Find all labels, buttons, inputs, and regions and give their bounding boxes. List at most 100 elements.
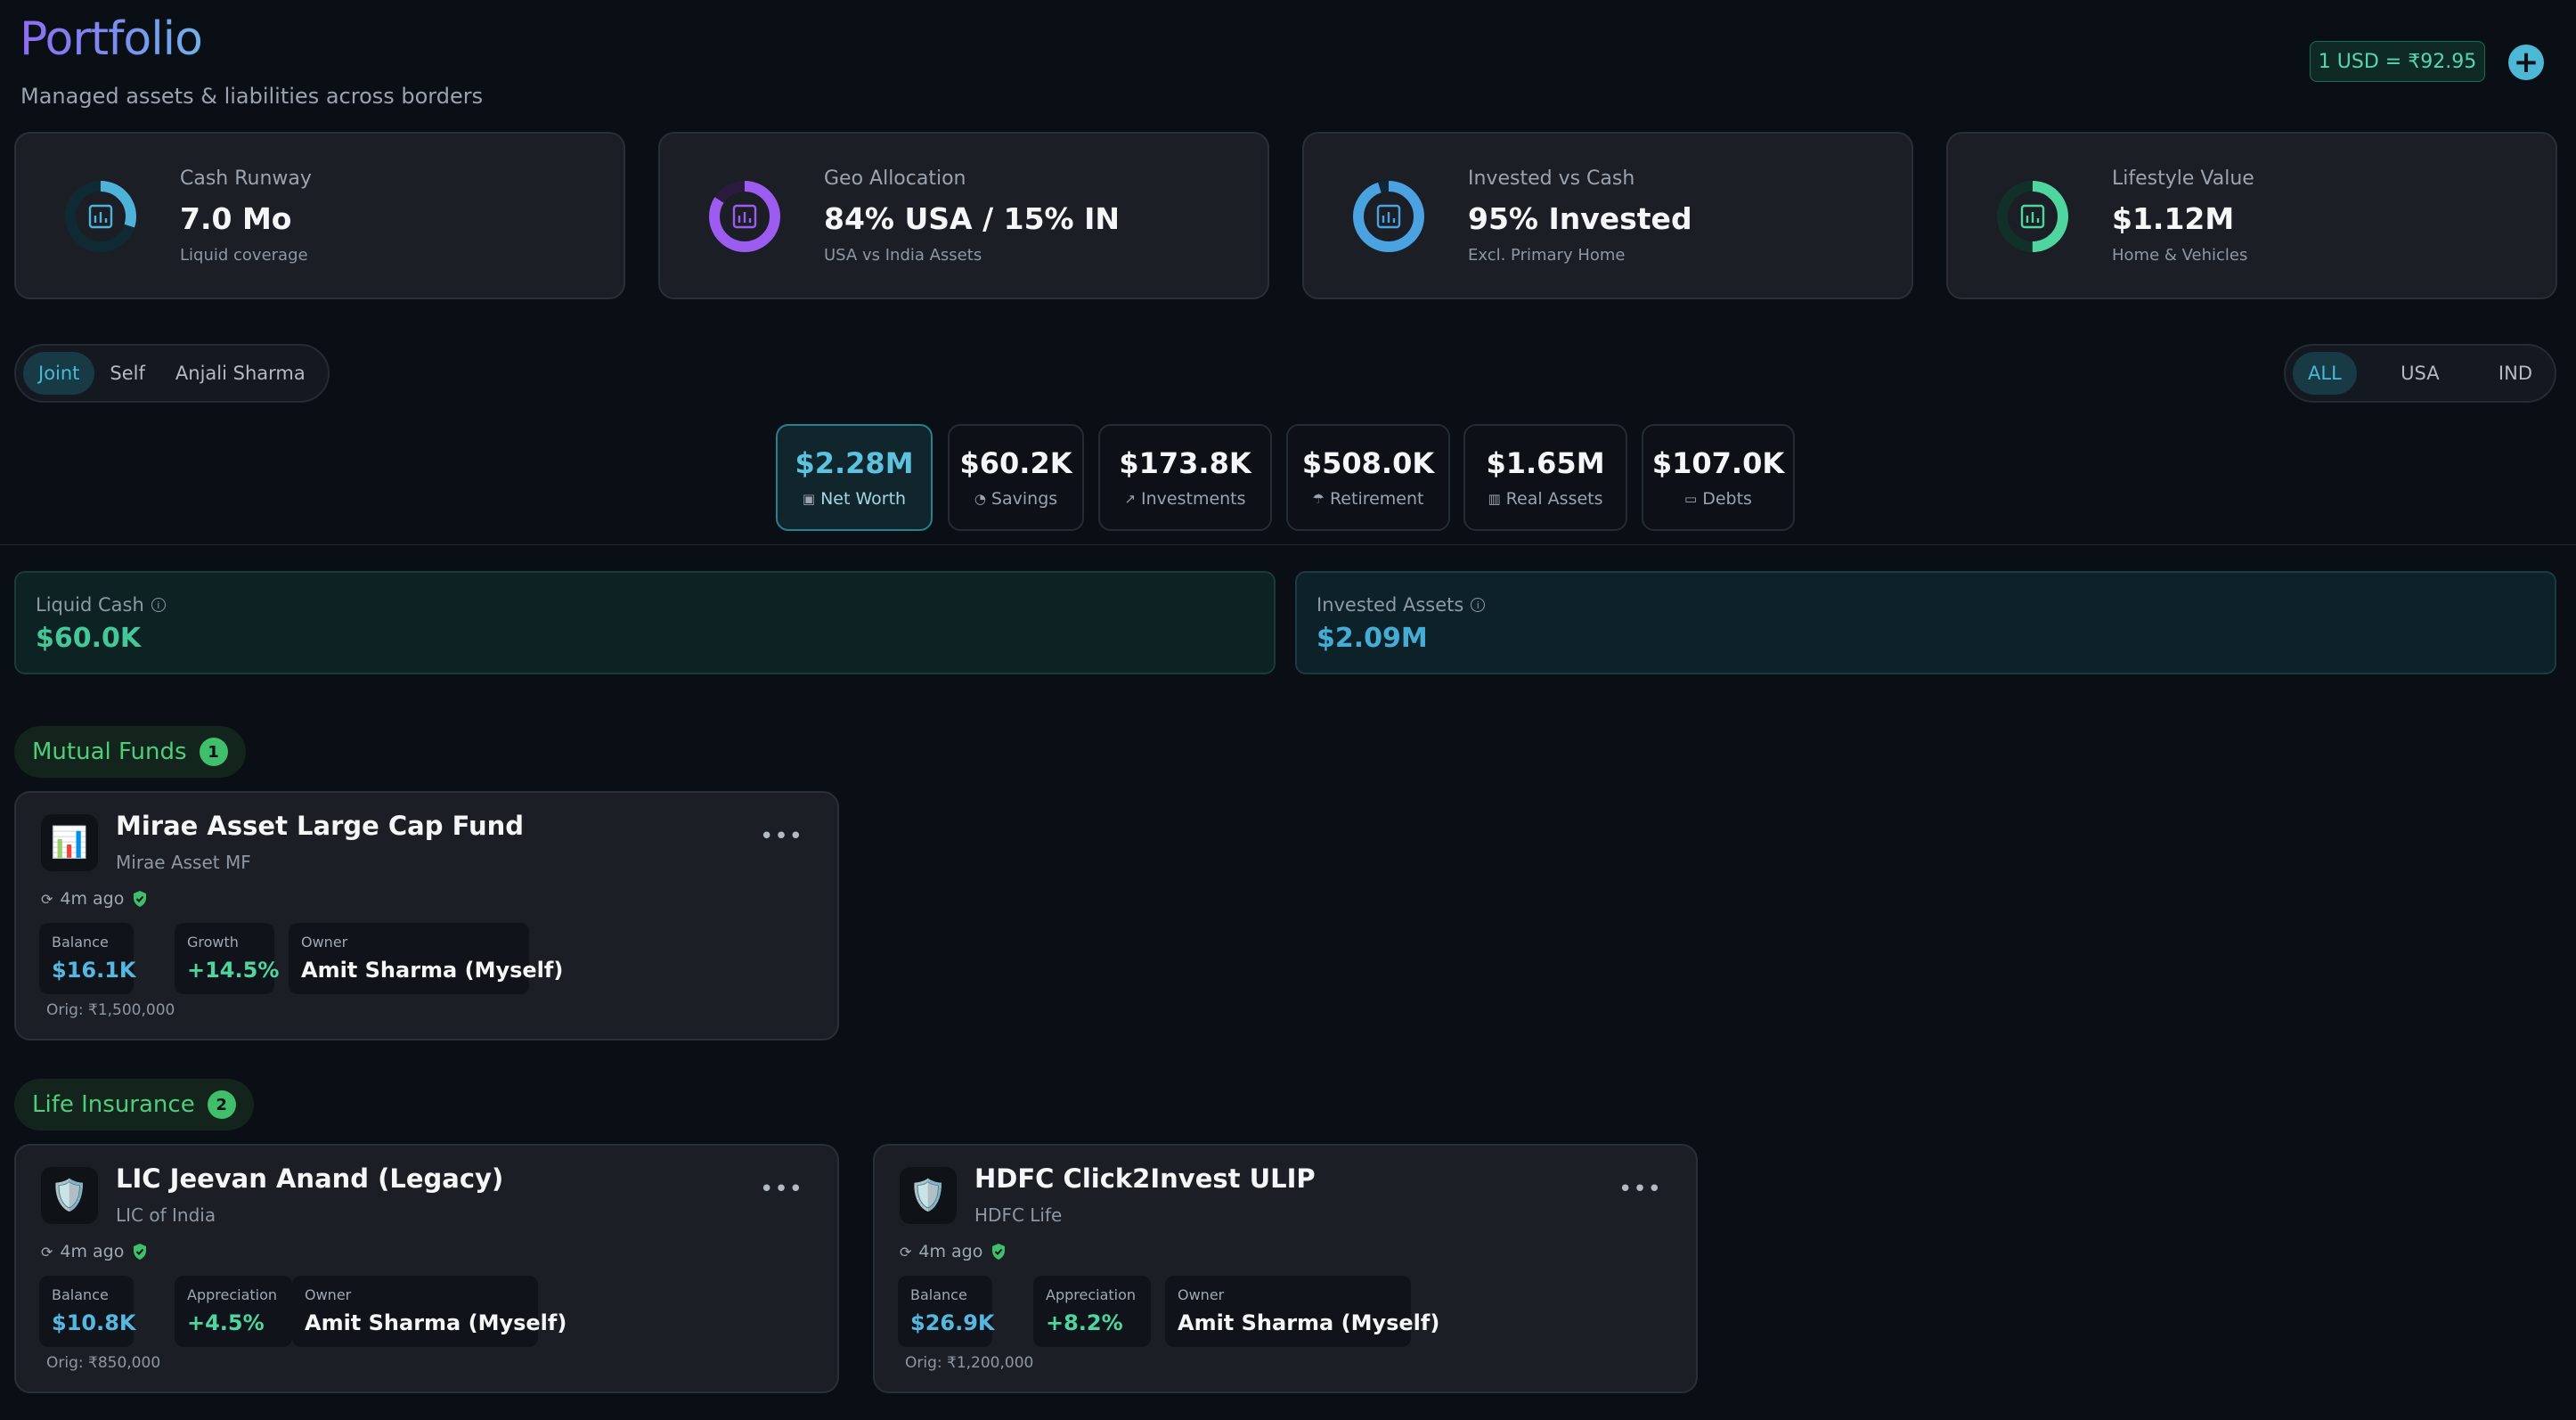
panel-value: $60.0K — [36, 623, 142, 654]
sync-time: 4m ago — [60, 889, 125, 909]
verified-shield-icon — [992, 1244, 1006, 1260]
tab-real-assets[interactable]: $1.65M ▥ Real Assets — [1463, 424, 1627, 531]
kpi-subtitle: USA vs India Assets — [824, 246, 982, 265]
umbrella-icon: ☂ — [1312, 491, 1325, 507]
donut-chart-icon — [1997, 181, 2068, 252]
stat-value: +14.5% — [187, 958, 280, 983]
stat-value: +4.5% — [187, 1310, 265, 1335]
add-button[interactable]: + — [2508, 45, 2544, 80]
info-icon[interactable]: i — [1471, 598, 1486, 612]
metric-value: $60.2K — [959, 446, 1072, 480]
sync-icon: ⟳ — [41, 1243, 53, 1261]
tab-savings[interactable]: $60.2K ◔ Savings — [948, 424, 1084, 531]
original-amount: Orig: ₹1,500,000 — [46, 1001, 175, 1019]
kpi-label: Lifestyle Value — [2112, 167, 2254, 190]
tab-retirement[interactable]: $508.0K ☂ Retirement — [1286, 424, 1450, 531]
stat-value: Amit Sharma (Myself) — [301, 958, 564, 983]
region-filter: ALL USA IND — [2284, 344, 2556, 403]
section-mutual-funds[interactable]: Mutual Funds 1 — [14, 726, 246, 778]
panel-label: Liquid Cash — [36, 594, 144, 616]
asset-provider: Mirae Asset MF — [116, 852, 251, 873]
asset-card-mirae-large-cap[interactable]: 📊 Mirae Asset Large Cap Fund Mirae Asset… — [14, 791, 839, 1041]
metric-label: Real Assets — [1505, 489, 1603, 509]
stat-appreciation: Appreciation +4.5% — [175, 1276, 292, 1347]
original-amount: Orig: ₹1,200,000 — [905, 1354, 1034, 1372]
sync-icon: ⟳ — [41, 890, 53, 908]
donut-chart-icon — [1353, 181, 1424, 252]
section-count-badge: 2 — [207, 1090, 236, 1119]
sync-time: 4m ago — [918, 1242, 983, 1261]
panel-label: Invested Assets — [1317, 594, 1464, 616]
owner-option-self[interactable]: Self — [94, 352, 159, 395]
asset-name: LIC Jeevan Anand (Legacy) — [116, 1163, 504, 1194]
stat-appreciation: Appreciation +8.2% — [1033, 1276, 1151, 1347]
shield-icon: 🛡️ — [41, 1167, 98, 1224]
stat-value: +8.2% — [1046, 1310, 1123, 1335]
panel-value: $2.09M — [1317, 623, 1428, 654]
more-options-icon[interactable]: ••• — [760, 1176, 803, 1203]
kpi-value: 7.0 Mo — [180, 201, 292, 236]
bar-chart-icon: 📊 — [41, 814, 98, 871]
kpi-label: Geo Allocation — [824, 167, 966, 190]
page-subtitle: Managed assets & liabilities across bord… — [20, 84, 484, 109]
metric-value: $508.0K — [1301, 446, 1435, 480]
stat-label: Appreciation — [1046, 1286, 1137, 1303]
building-icon: ▥ — [1488, 491, 1501, 507]
asset-name: HDFC Click2Invest ULIP — [974, 1163, 1316, 1194]
tab-net-worth[interactable]: $2.28M ▣ Net Worth — [776, 424, 933, 531]
stat-owner: Owner Amit Sharma (Myself) — [1165, 1276, 1439, 1347]
stat-label: Owner — [305, 1286, 352, 1303]
metric-label: Investments — [1141, 489, 1246, 509]
stat-label: Owner — [1178, 1286, 1225, 1303]
owner-filter: Joint Self Anjali Sharma — [14, 344, 330, 403]
metric-label: Retirement — [1329, 489, 1424, 509]
credit-card-icon: ▭ — [1684, 491, 1698, 507]
section-life-insurance[interactable]: Life Insurance 2 — [14, 1079, 254, 1130]
liquid-cash-panel: Liquid Cash i $60.0K — [14, 571, 1276, 674]
metric-value: $2.28M — [795, 446, 914, 480]
stat-value: $16.1K — [52, 958, 136, 983]
donut-chart-icon — [709, 181, 780, 252]
kpi-card-lifestyle-value: Lifestyle Value $1.12M Home & Vehicles — [1946, 132, 2557, 299]
page-title: Portfolio — [20, 12, 203, 66]
region-option-usa[interactable]: USA — [2385, 352, 2454, 395]
more-options-icon[interactable]: ••• — [760, 823, 803, 850]
owner-option-joint[interactable]: Joint — [23, 352, 95, 395]
sync-time: 4m ago — [60, 1242, 125, 1261]
region-option-all[interactable]: ALL — [2293, 352, 2357, 395]
section-count-badge: 1 — [199, 738, 228, 766]
owner-option-anjali-sharma[interactable]: Anjali Sharma — [160, 352, 321, 395]
asset-card-lic-jeevan-anand[interactable]: 🛡️ LIC Jeevan Anand (Legacy) LIC of Indi… — [14, 1144, 839, 1393]
tab-debts[interactable]: $107.0K ▭ Debts — [1642, 424, 1795, 531]
stat-label: Balance — [52, 1286, 109, 1303]
kpi-subtitle: Home & Vehicles — [2112, 246, 2248, 265]
wallet-icon: ▣ — [802, 491, 816, 507]
kpi-card-geo-allocation: Geo Allocation 84% USA / 15% IN USA vs I… — [658, 132, 1269, 299]
metric-label: Net Worth — [820, 489, 907, 509]
kpi-card-cash-runway: Cash Runway 7.0 Mo Liquid coverage — [14, 132, 625, 299]
stat-label: Balance — [910, 1286, 967, 1303]
section-label: Mutual Funds — [32, 739, 187, 765]
verified-shield-icon — [134, 1244, 147, 1260]
asset-card-hdfc-click2invest[interactable]: 🛡️ HDFC Click2Invest ULIP HDFC Life ••• … — [873, 1144, 1698, 1393]
region-option-ind[interactable]: IND — [2483, 352, 2547, 395]
kpi-value: $1.12M — [2112, 201, 2235, 236]
stat-label: Appreciation — [187, 1286, 278, 1303]
stat-value: $10.8K — [52, 1310, 136, 1335]
stat-owner: Owner Amit Sharma (Myself) — [289, 923, 564, 994]
donut-chart-icon — [65, 181, 136, 252]
info-icon[interactable]: i — [151, 598, 166, 612]
stat-label: Growth — [187, 934, 239, 951]
stat-value: $26.9K — [910, 1310, 995, 1335]
asset-provider: LIC of India — [116, 1204, 216, 1226]
divider — [0, 544, 2576, 545]
verified-shield-icon — [134, 891, 147, 907]
invested-assets-panel: Invested Assets i $2.09M — [1295, 571, 2556, 674]
stat-value: Amit Sharma (Myself) — [305, 1310, 567, 1335]
metric-value: $173.8K — [1119, 446, 1251, 480]
kpi-label: Cash Runway — [180, 167, 312, 190]
tab-investments[interactable]: $173.8K ↗ Investments — [1098, 424, 1272, 531]
kpi-card-invested-vs-cash: Invested vs Cash 95% Invested Excl. Prim… — [1302, 132, 1913, 299]
section-label: Life Insurance — [32, 1091, 195, 1118]
more-options-icon[interactable]: ••• — [1618, 1176, 1662, 1203]
